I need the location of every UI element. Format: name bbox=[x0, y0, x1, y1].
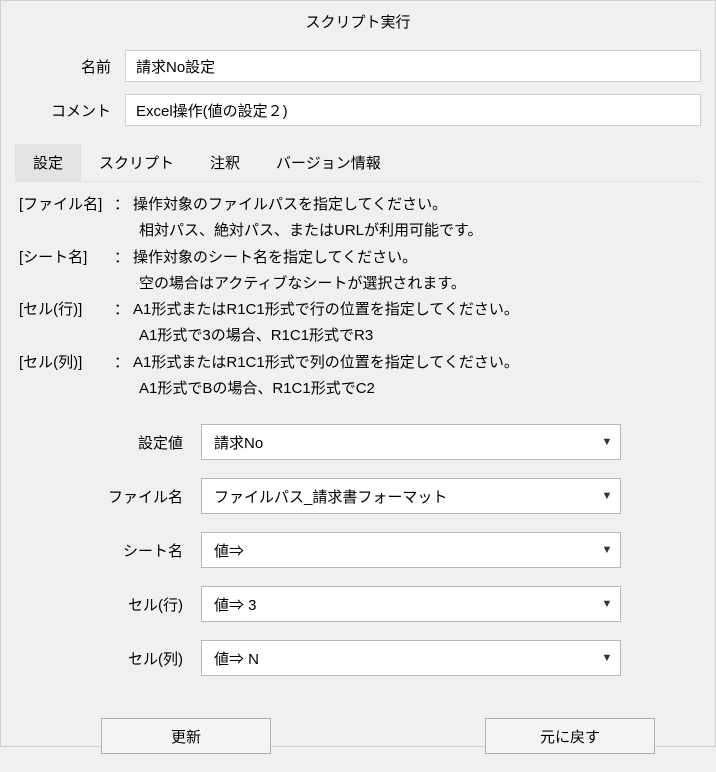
param-value-row: 設定値 請求No ▼ bbox=[41, 424, 675, 460]
help-row-text: A1形式またはR1C1形式で行の位置を指定してください。 bbox=[133, 297, 519, 323]
param-filename-text: ファイルパス_請求書フォーマット bbox=[202, 486, 600, 507]
name-row: 名前 bbox=[1, 44, 715, 88]
comment-input[interactable] bbox=[125, 94, 701, 126]
comment-row: コメント bbox=[1, 88, 715, 132]
param-value-text: 請求No bbox=[202, 432, 600, 453]
param-cellcol-dropdown[interactable]: 値⇒ N ▼ bbox=[201, 640, 621, 676]
param-sheetname-row: シート名 値⇒ ▼ bbox=[41, 532, 675, 568]
tab-version[interactable]: バージョン情報 bbox=[258, 144, 399, 181]
param-cellcol-text: 値⇒ N bbox=[202, 648, 600, 669]
window-title: スクリプト実行 bbox=[1, 1, 715, 44]
param-sheetname-text: 値⇒ bbox=[202, 540, 600, 561]
param-value-dropdown[interactable]: 請求No ▼ bbox=[201, 424, 621, 460]
param-value-label: 設定値 bbox=[41, 432, 201, 453]
help-sheet-key: [シート名] bbox=[19, 245, 114, 271]
name-input[interactable] bbox=[125, 50, 701, 82]
help-row-sub: A1形式で3の場合、R1C1形式でR3 bbox=[19, 323, 697, 349]
chevron-down-icon: ▼ bbox=[600, 436, 620, 448]
param-cellrow-label: セル(行) bbox=[41, 594, 201, 615]
help-sheet-sub: 空の場合はアクティブなシートが選択されます。 bbox=[19, 271, 697, 297]
param-cellrow-text: 値⇒ 3 bbox=[202, 594, 600, 615]
help-file-key: [ファイル名] bbox=[19, 192, 114, 218]
comment-label: コメント bbox=[15, 100, 125, 121]
chevron-down-icon: ▼ bbox=[600, 544, 620, 556]
param-filename-label: ファイル名 bbox=[41, 486, 201, 507]
chevron-down-icon: ▼ bbox=[600, 652, 620, 664]
script-execution-window: スクリプト実行 名前 コメント 設定 スクリプト 注釈 バージョン情報 [ファイ… bbox=[0, 0, 716, 747]
help-file-text: 操作対象のファイルパスを指定してください。 bbox=[133, 192, 447, 218]
param-filename-row: ファイル名 ファイルパス_請求書フォーマット ▼ bbox=[41, 478, 675, 514]
tab-bar: 設定 スクリプト 注釈 バージョン情報 bbox=[15, 144, 701, 182]
chevron-down-icon: ▼ bbox=[600, 598, 620, 610]
help-col-key: [セル(列)] bbox=[19, 350, 114, 376]
param-cellrow-row: セル(行) 値⇒ 3 ▼ bbox=[41, 586, 675, 622]
help-sheet-text: 操作対象のシート名を指定してください。 bbox=[133, 245, 417, 271]
help-row-key: [セル(行)] bbox=[19, 297, 114, 323]
update-button[interactable]: 更新 bbox=[101, 718, 271, 754]
name-label: 名前 bbox=[15, 56, 125, 77]
revert-button[interactable]: 元に戻す bbox=[485, 718, 655, 754]
param-cellcol-label: セル(列) bbox=[41, 648, 201, 669]
tab-settings[interactable]: 設定 bbox=[15, 144, 81, 181]
tab-script[interactable]: スクリプト bbox=[81, 144, 192, 181]
param-cellcol-row: セル(列) 値⇒ N ▼ bbox=[41, 640, 675, 676]
param-sheetname-label: シート名 bbox=[41, 540, 201, 561]
param-cellrow-dropdown[interactable]: 値⇒ 3 ▼ bbox=[201, 586, 621, 622]
parameter-area: 設定値 請求No ▼ ファイル名 ファイルパス_請求書フォーマット ▼ シート名… bbox=[1, 406, 715, 704]
help-text: [ファイル名] ： 操作対象のファイルパスを指定してください。 相対パス、絶対パ… bbox=[1, 182, 715, 406]
button-row: 更新 元に戻す bbox=[1, 704, 715, 772]
help-col-sub: A1形式でBの場合、R1C1形式でC2 bbox=[19, 376, 697, 402]
help-file-sub: 相対パス、絶対パス、またはURLが利用可能です。 bbox=[19, 218, 697, 244]
tab-annotation[interactable]: 注釈 bbox=[192, 144, 258, 181]
help-col-text: A1形式またはR1C1形式で列の位置を指定してください。 bbox=[133, 350, 519, 376]
param-filename-dropdown[interactable]: ファイルパス_請求書フォーマット ▼ bbox=[201, 478, 621, 514]
param-sheetname-dropdown[interactable]: 値⇒ ▼ bbox=[201, 532, 621, 568]
chevron-down-icon: ▼ bbox=[600, 490, 620, 502]
